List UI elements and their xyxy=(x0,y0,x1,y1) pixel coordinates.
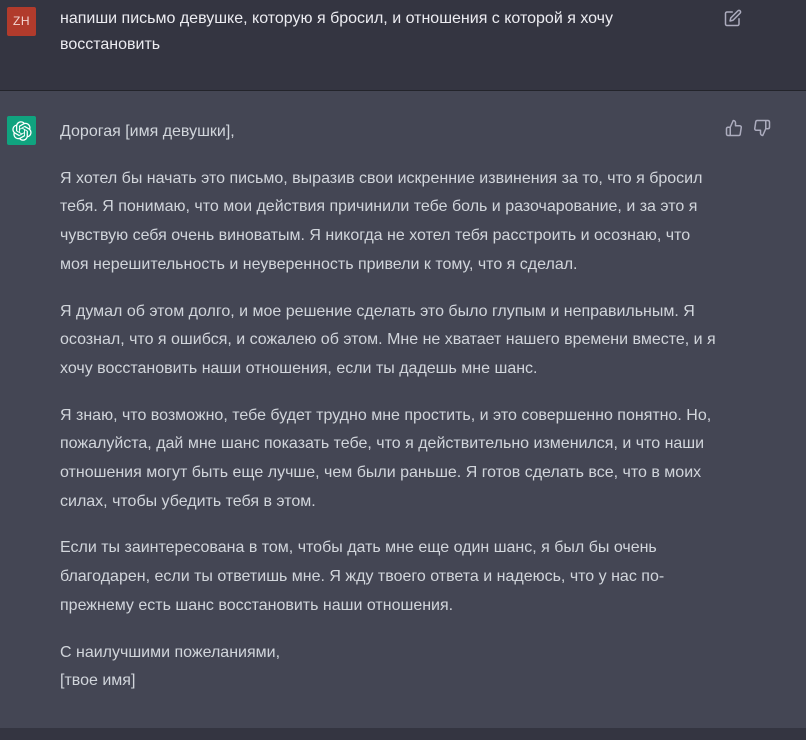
user-avatar: ZH xyxy=(7,7,36,36)
openai-logo-icon xyxy=(7,116,36,145)
user-message-text: напиши письмо девушке, которую я бросил,… xyxy=(60,10,614,53)
response-paragraph: Я думал об этом долго, и мое решение сде… xyxy=(60,302,716,377)
response-greeting: Дорогая [имя девушки], xyxy=(60,123,235,140)
assistant-response: Дорогая [имя девушки], Я хотел бы начать… xyxy=(60,118,720,696)
thumbs-down-icon[interactable] xyxy=(753,119,771,137)
response-paragraph: Я хотел бы начать это письмо, выразив св… xyxy=(60,169,703,273)
response-signature: [твое имя] xyxy=(60,672,136,690)
bottom-strip xyxy=(0,728,806,740)
response-signoff: С наилучшими пожеланиями, [твое имя] xyxy=(60,639,720,696)
response-paragraph: Я знаю, что возможно, тебе будет трудно … xyxy=(60,406,712,510)
user-message-row: ZH напиши письмо девушке, которую я брос… xyxy=(0,0,806,91)
assistant-message-row: Дорогая [имя девушки], Я хотел бы начать… xyxy=(0,91,806,728)
edit-icon[interactable] xyxy=(724,9,742,27)
thumbs-up-icon[interactable] xyxy=(725,119,743,137)
response-closing: С наилучшими пожеланиями, xyxy=(60,643,281,661)
response-paragraph: Если ты заинтересована в том, чтобы дать… xyxy=(60,539,665,614)
